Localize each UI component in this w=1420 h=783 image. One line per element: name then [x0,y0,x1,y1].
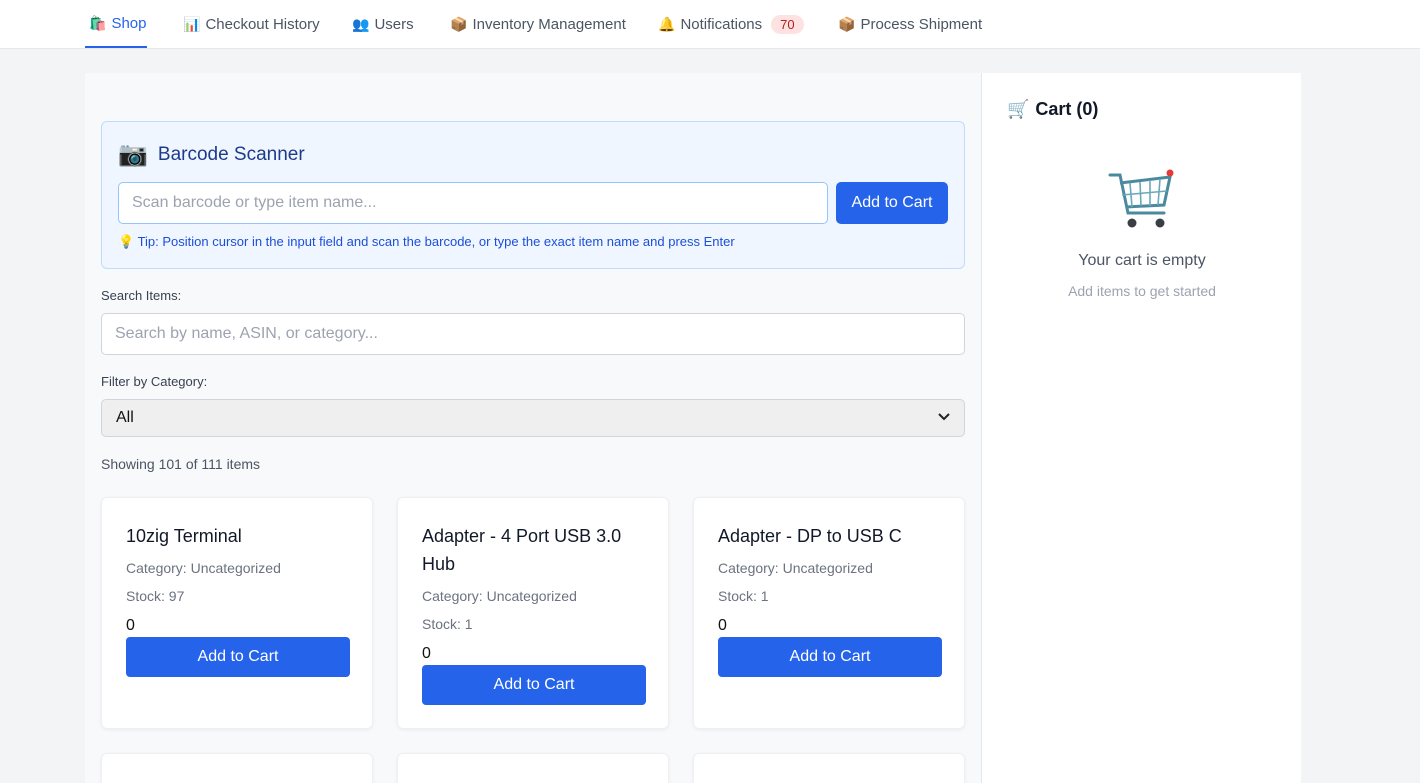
product-card: Adapter - 4 Port USB 3.0 Hub Category: U… [397,497,669,729]
cart-title: 🛒 Cart (0) [1007,99,1098,120]
product-category: Category: Uncategorized [718,560,873,576]
scanner-add-to-cart-button[interactable]: Add to Cart [836,182,948,224]
tab-label: Users [374,15,414,33]
notification-count-badge: 70 [771,14,804,34]
product-card: Adapter - DP to USB C Category: Uncatego… [693,497,965,729]
barcode-scanner-section: 📷 Barcode Scanner Add to Cart 💡 Tip: Pos… [101,121,965,269]
camera-icon: 📷 [118,141,148,168]
items-count: Showing 101 of 111 items [101,456,261,472]
product-name: 10zig Terminal [126,526,242,546]
bell-icon: 🔔 [658,15,676,32]
shop-panel: 📷 Barcode Scanner Add to Cart 💡 Tip: Pos… [85,73,981,783]
search-label: Search Items: [101,288,182,303]
tab-process-shipment[interactable]: 📦 Process Shipment [838,0,982,48]
package-icon: 📦 [838,15,856,32]
tab-label: Checkout History [205,15,320,33]
users-icon: 👥 [352,15,370,32]
product-stock: Stock: 1 [422,616,473,632]
product-price: 0 [718,617,727,634]
tab-shop[interactable]: 🛍️ Shop [85,0,147,48]
product-card [101,753,373,783]
product-name: Adapter - 4 Port USB 3.0 Hub [422,526,622,574]
cart-panel: 🛒 Cart (0) Your cart is empty Add items … [981,73,1301,783]
product-price: 0 [126,617,135,634]
product-card [693,753,965,783]
cart-empty-subtext: Add items to get started [1068,283,1216,299]
product-category: Category: Uncategorized [422,588,577,604]
scanner-title-text: Barcode Scanner [157,143,305,165]
search-input[interactable] [101,313,965,355]
tab-inventory-management[interactable]: 📦 Inventory Management [450,0,626,48]
tab-label: Notifications [680,15,763,33]
product-stock: Stock: 97 [126,588,185,604]
shopping-cart-icon [1106,167,1176,242]
top-nav: 🛍️ Shop 📊 Checkout History 👥 Users 📦 Inv… [0,0,1420,49]
cart-empty-text: Your cart is empty [1078,252,1206,269]
product-card: 10zig Terminal Category: Uncategorized S… [101,497,373,729]
chart-icon: 📊 [183,15,201,32]
add-to-cart-button[interactable]: Add to Cart [718,637,942,677]
scanner-tip: 💡 Tip: Position cursor in the input fiel… [118,234,735,249]
cart-title-text: Cart (0) [1035,99,1099,119]
tab-label: Inventory Management [472,15,626,33]
tab-label: Shop [111,14,147,32]
category-select[interactable]: All [101,399,965,437]
filter-label: Filter by Category: [101,374,208,389]
add-to-cart-button[interactable]: Add to Cart [422,665,646,705]
scanner-title: 📷 Barcode Scanner [118,140,305,169]
add-to-cart-button[interactable]: Add to Cart [126,637,350,677]
tab-notifications[interactable]: 🔔 Notifications 70 [658,0,804,48]
shopping-bags-icon: 🛍️ [89,14,107,31]
barcode-input[interactable] [118,182,828,224]
cart-icon: 🛒 [1007,99,1030,119]
tab-checkout-history[interactable]: 📊 Checkout History [183,0,320,48]
category-selected-value: All [116,409,134,426]
tab-label: Process Shipment [860,15,983,33]
product-category: Category: Uncategorized [126,560,281,576]
chevron-down-icon [938,412,950,424]
tab-users[interactable]: 👥 Users [352,0,414,48]
product-card [397,753,669,783]
product-name: Adapter - DP to USB C [718,526,902,546]
product-stock: Stock: 1 [718,588,769,604]
product-price: 0 [422,645,431,662]
package-icon: 📦 [450,15,468,32]
